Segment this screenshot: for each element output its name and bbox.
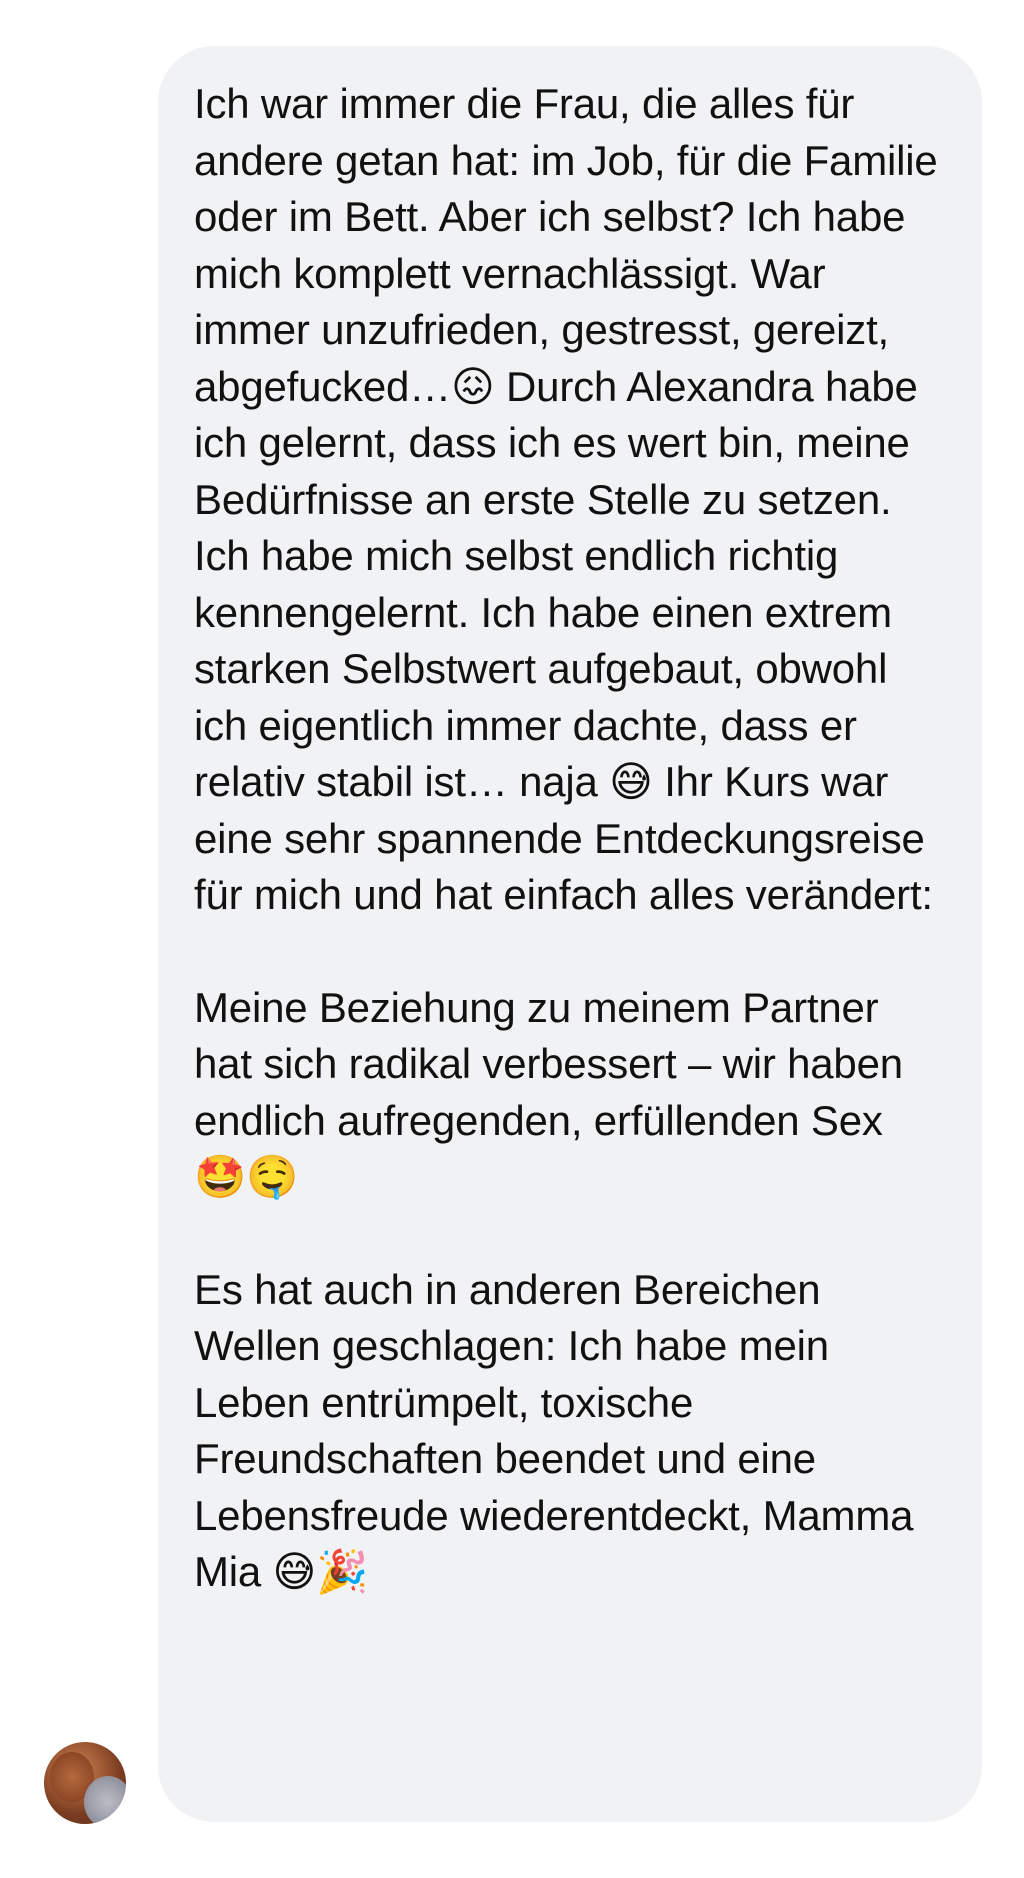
message-paragraph-1: Ich war immer die Frau, die alles für an… bbox=[194, 80, 950, 918]
message-paragraph-2: Meine Beziehung zu meinem Partner hat si… bbox=[194, 983, 915, 1201]
message-bubble[interactable]: Ich war immer die Frau, die alles für an… bbox=[158, 46, 982, 1822]
sender-avatar[interactable] bbox=[44, 1742, 126, 1824]
message-paragraph-3: Es hat auch in anderen Bereichen Wellen … bbox=[194, 1265, 925, 1596]
avatar-shade-shape bbox=[84, 1776, 126, 1824]
